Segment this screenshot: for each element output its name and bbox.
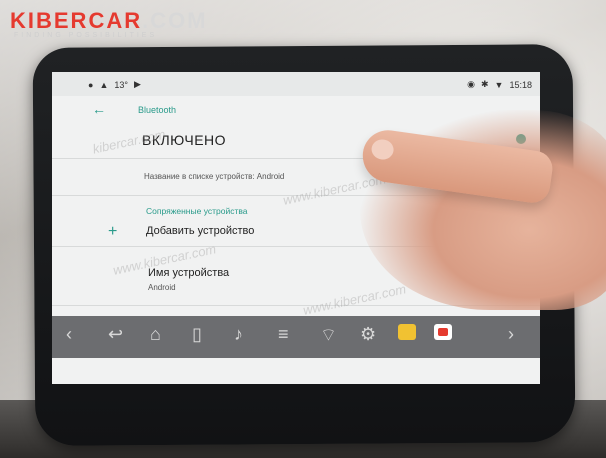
clock: 15:18 <box>509 79 532 90</box>
home-icon[interactable]: ⌂ <box>150 324 161 345</box>
location-icon: ◉ <box>467 79 475 89</box>
device-list-name: Название в списке устройств: Android <box>144 172 285 181</box>
wifi-icon: ▼ <box>494 79 504 90</box>
back-icon[interactable]: ↩ <box>108 324 123 345</box>
fingernail <box>370 138 395 161</box>
play-icon: ▶ <box>133 79 141 89</box>
navigation-icon[interactable] <box>398 324 416 340</box>
logo-wordmark: KIBERCAR.COM <box>10 8 208 33</box>
chevron-right-icon[interactable]: › <box>508 324 514 345</box>
recent-apps-icon[interactable]: ▯ <box>192 324 202 345</box>
back-arrow-icon[interactable]: ← <box>92 101 106 117</box>
shield-icon: ● <box>88 79 94 90</box>
bluetooth-icon: ✱ <box>481 79 489 89</box>
plus-icon: + <box>108 223 118 240</box>
paired-devices-title: Сопряженные устройства <box>146 206 248 216</box>
logo-tagline: FINDING POSSIBILITIES <box>14 32 158 39</box>
add-device-label: Добавить устройство <box>146 225 255 237</box>
wifi-icon[interactable]: ⌔ <box>320 324 337 347</box>
device-name-title: Имя устройства <box>148 267 230 279</box>
settings-icon[interactable]: ⚙ <box>360 324 376 345</box>
device-name-value: Android <box>148 283 176 292</box>
nav-bar: ‹ ↩ ⌂ ▯ ♪ ≡ ⌔ ⚙ › <box>52 316 540 358</box>
page-title: Bluetooth <box>138 105 177 115</box>
car-icon: ▲ <box>99 79 109 90</box>
youtube-icon[interactable] <box>434 324 452 340</box>
status-bar: ● ▲ 13° ▶ ◉ ✱ ▼ 15:18 <box>52 72 540 96</box>
temperature: 13° <box>114 79 128 90</box>
site-logo: KIBERCAR.COM FINDING POSSIBILITIES <box>6 6 206 40</box>
volume-icon[interactable]: ♪ <box>234 324 243 345</box>
menu-icon[interactable]: ≡ <box>278 324 289 345</box>
chevron-left-icon[interactable]: ‹ <box>66 324 72 345</box>
